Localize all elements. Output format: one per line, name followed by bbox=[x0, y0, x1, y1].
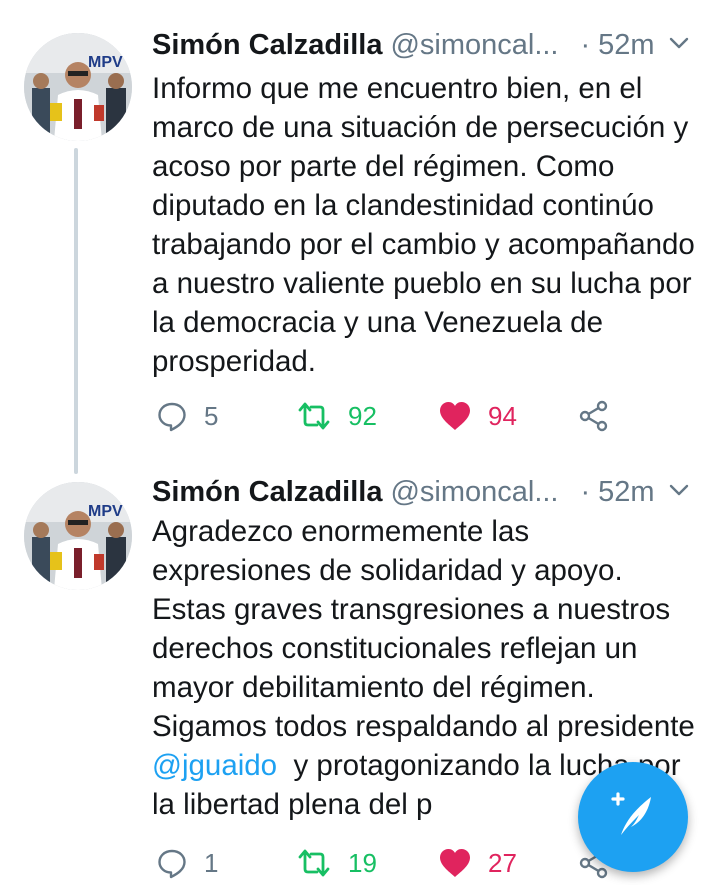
tweet-text-part: Agradezco enormemente las expresiones de… bbox=[152, 515, 695, 743]
avatar[interactable]: MPV bbox=[24, 482, 132, 590]
retweet-arrows-icon bbox=[296, 847, 332, 879]
retweet-arrows-icon bbox=[296, 400, 332, 432]
timestamp[interactable]: 52m bbox=[598, 29, 654, 62]
author-handle[interactable]: @simoncal... bbox=[390, 476, 558, 509]
chevron-down-icon[interactable] bbox=[668, 476, 690, 498]
author-name[interactable]: Simón Calzadilla bbox=[152, 476, 382, 509]
compose-feather-icon bbox=[603, 785, 663, 850]
timestamp[interactable]: 52m bbox=[598, 476, 654, 509]
like-button[interactable]: 94 bbox=[438, 396, 517, 436]
mention-link[interactable]: @jguaido bbox=[152, 749, 277, 782]
like-count: 94 bbox=[488, 400, 517, 431]
avatar[interactable]: MPV bbox=[24, 33, 132, 141]
separator-dot: · bbox=[580, 475, 591, 508]
tweet-header: Simón Calzadilla @simoncal... · 52m bbox=[152, 472, 700, 512]
reply-button[interactable]: 1 bbox=[156, 843, 218, 883]
like-button[interactable]: 27 bbox=[438, 843, 517, 883]
author-name[interactable]: Simón Calzadilla bbox=[152, 29, 382, 62]
retweet-count: 19 bbox=[348, 847, 377, 878]
reply-bubble-icon bbox=[156, 847, 188, 879]
share-button[interactable] bbox=[578, 396, 610, 436]
tweet-actions: 5 92 94 bbox=[152, 396, 700, 436]
separator-dot: · bbox=[580, 28, 591, 61]
chevron-down-icon[interactable] bbox=[668, 29, 690, 51]
avatar-photo: MPV bbox=[24, 482, 132, 590]
reply-button[interactable]: 5 bbox=[156, 396, 218, 436]
tweet-text: Informo que me encuentro bien, en el mar… bbox=[152, 72, 695, 378]
tweet-header: Simón Calzadilla @simoncal... · 52m bbox=[152, 25, 700, 65]
reply-count: 5 bbox=[204, 400, 219, 431]
author-handle[interactable]: @simoncal... bbox=[390, 29, 558, 62]
avatar-photo: MPV bbox=[24, 33, 132, 141]
svg-text:MPV: MPV bbox=[88, 503, 123, 520]
like-count: 27 bbox=[488, 847, 517, 878]
heart-icon bbox=[438, 847, 472, 879]
compose-tweet-button[interactable] bbox=[578, 762, 688, 872]
retweet-button[interactable]: 92 bbox=[296, 396, 377, 436]
reply-bubble-icon bbox=[156, 400, 188, 432]
svg-text:MPV: MPV bbox=[88, 54, 123, 71]
retweet-button[interactable]: 19 bbox=[296, 843, 377, 883]
reply-count: 1 bbox=[204, 847, 219, 878]
tweet[interactable]: MPV Simón Calzadilla @simoncal... · 52m … bbox=[0, 0, 720, 470]
share-icon bbox=[578, 400, 610, 432]
heart-icon bbox=[438, 400, 472, 432]
retweet-count: 92 bbox=[348, 400, 377, 431]
